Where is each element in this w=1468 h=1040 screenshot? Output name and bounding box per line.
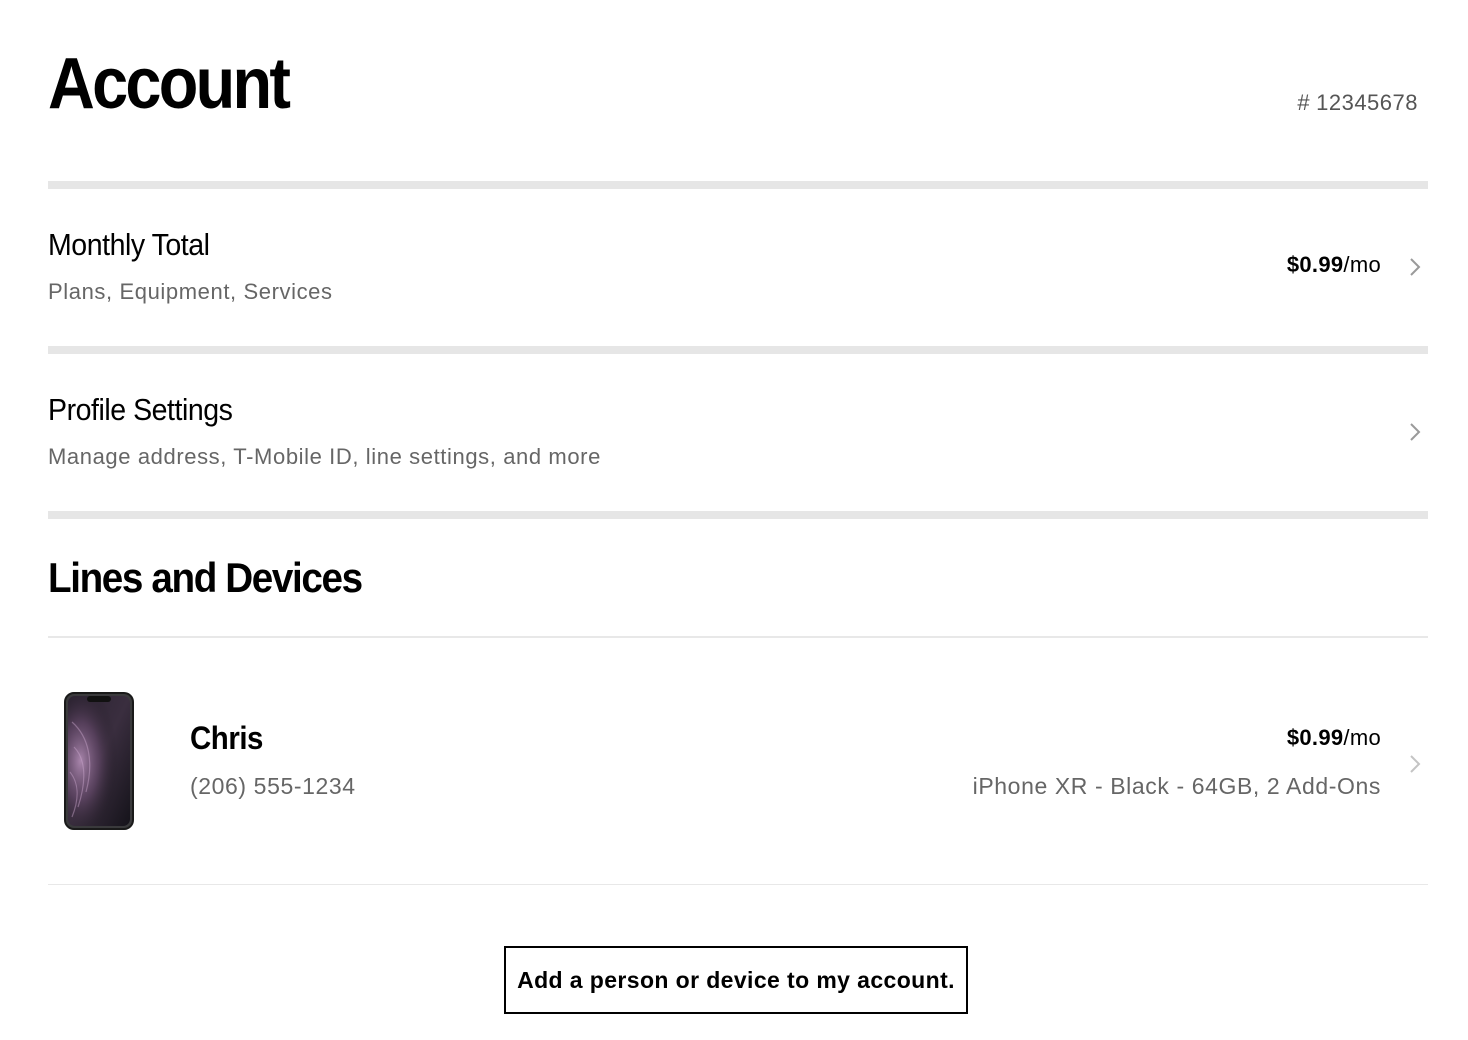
line-price-amount: $0.99 [1286, 725, 1344, 750]
section-divider [48, 511, 1428, 519]
monthly-total-price: $0.99/mo [1287, 250, 1381, 280]
line-price-unit: /mo [1343, 725, 1381, 750]
monthly-total-subtitle: Plans, Equipment, Services [48, 279, 333, 304]
account-number-prefix: # [1297, 90, 1311, 115]
monthly-total-amount: $0.99 [1286, 252, 1344, 277]
lines-and-devices-heading: Lines and Devices [48, 554, 363, 601]
section-divider [48, 346, 1428, 354]
line-price: $0.99/mo [1287, 723, 1381, 753]
profile-settings-subtitle: Manage address, T-Mobile ID, line settin… [48, 444, 601, 469]
monthly-total-title: Monthly Total [48, 227, 210, 262]
profile-settings-title: Profile Settings [48, 392, 233, 427]
chevron-right-icon[interactable] [1408, 421, 1422, 443]
iphone-xr-black-image [64, 692, 134, 830]
page-title: Account [48, 44, 291, 124]
line-phone-number: (206) 555-1234 [190, 773, 356, 799]
monthly-total-unit: /mo [1343, 252, 1381, 277]
line-owner-name: Chris [190, 720, 263, 756]
add-person-or-device-button[interactable]: Add a person or device to my account. [504, 946, 968, 1014]
section-divider [48, 181, 1428, 189]
account-number: #12345678 [1297, 88, 1418, 118]
chevron-right-icon[interactable] [1408, 753, 1422, 775]
monthly-total-row[interactable]: Monthly Total Plans, Equipment, Services… [48, 189, 1428, 346]
list-divider [48, 884, 1428, 885]
account-number-value: 12345678 [1316, 90, 1418, 115]
line-device-description: iPhone XR - Black - 64GB, 2 Add-Ons [972, 773, 1381, 799]
line-row[interactable] [48, 638, 1428, 884]
profile-settings-row[interactable]: Profile Settings Manage address, T-Mobil… [48, 354, 1428, 511]
account-page: Account #12345678 Monthly Total Plans, E… [48, 0, 1428, 1040]
chevron-right-icon[interactable] [1408, 256, 1422, 278]
